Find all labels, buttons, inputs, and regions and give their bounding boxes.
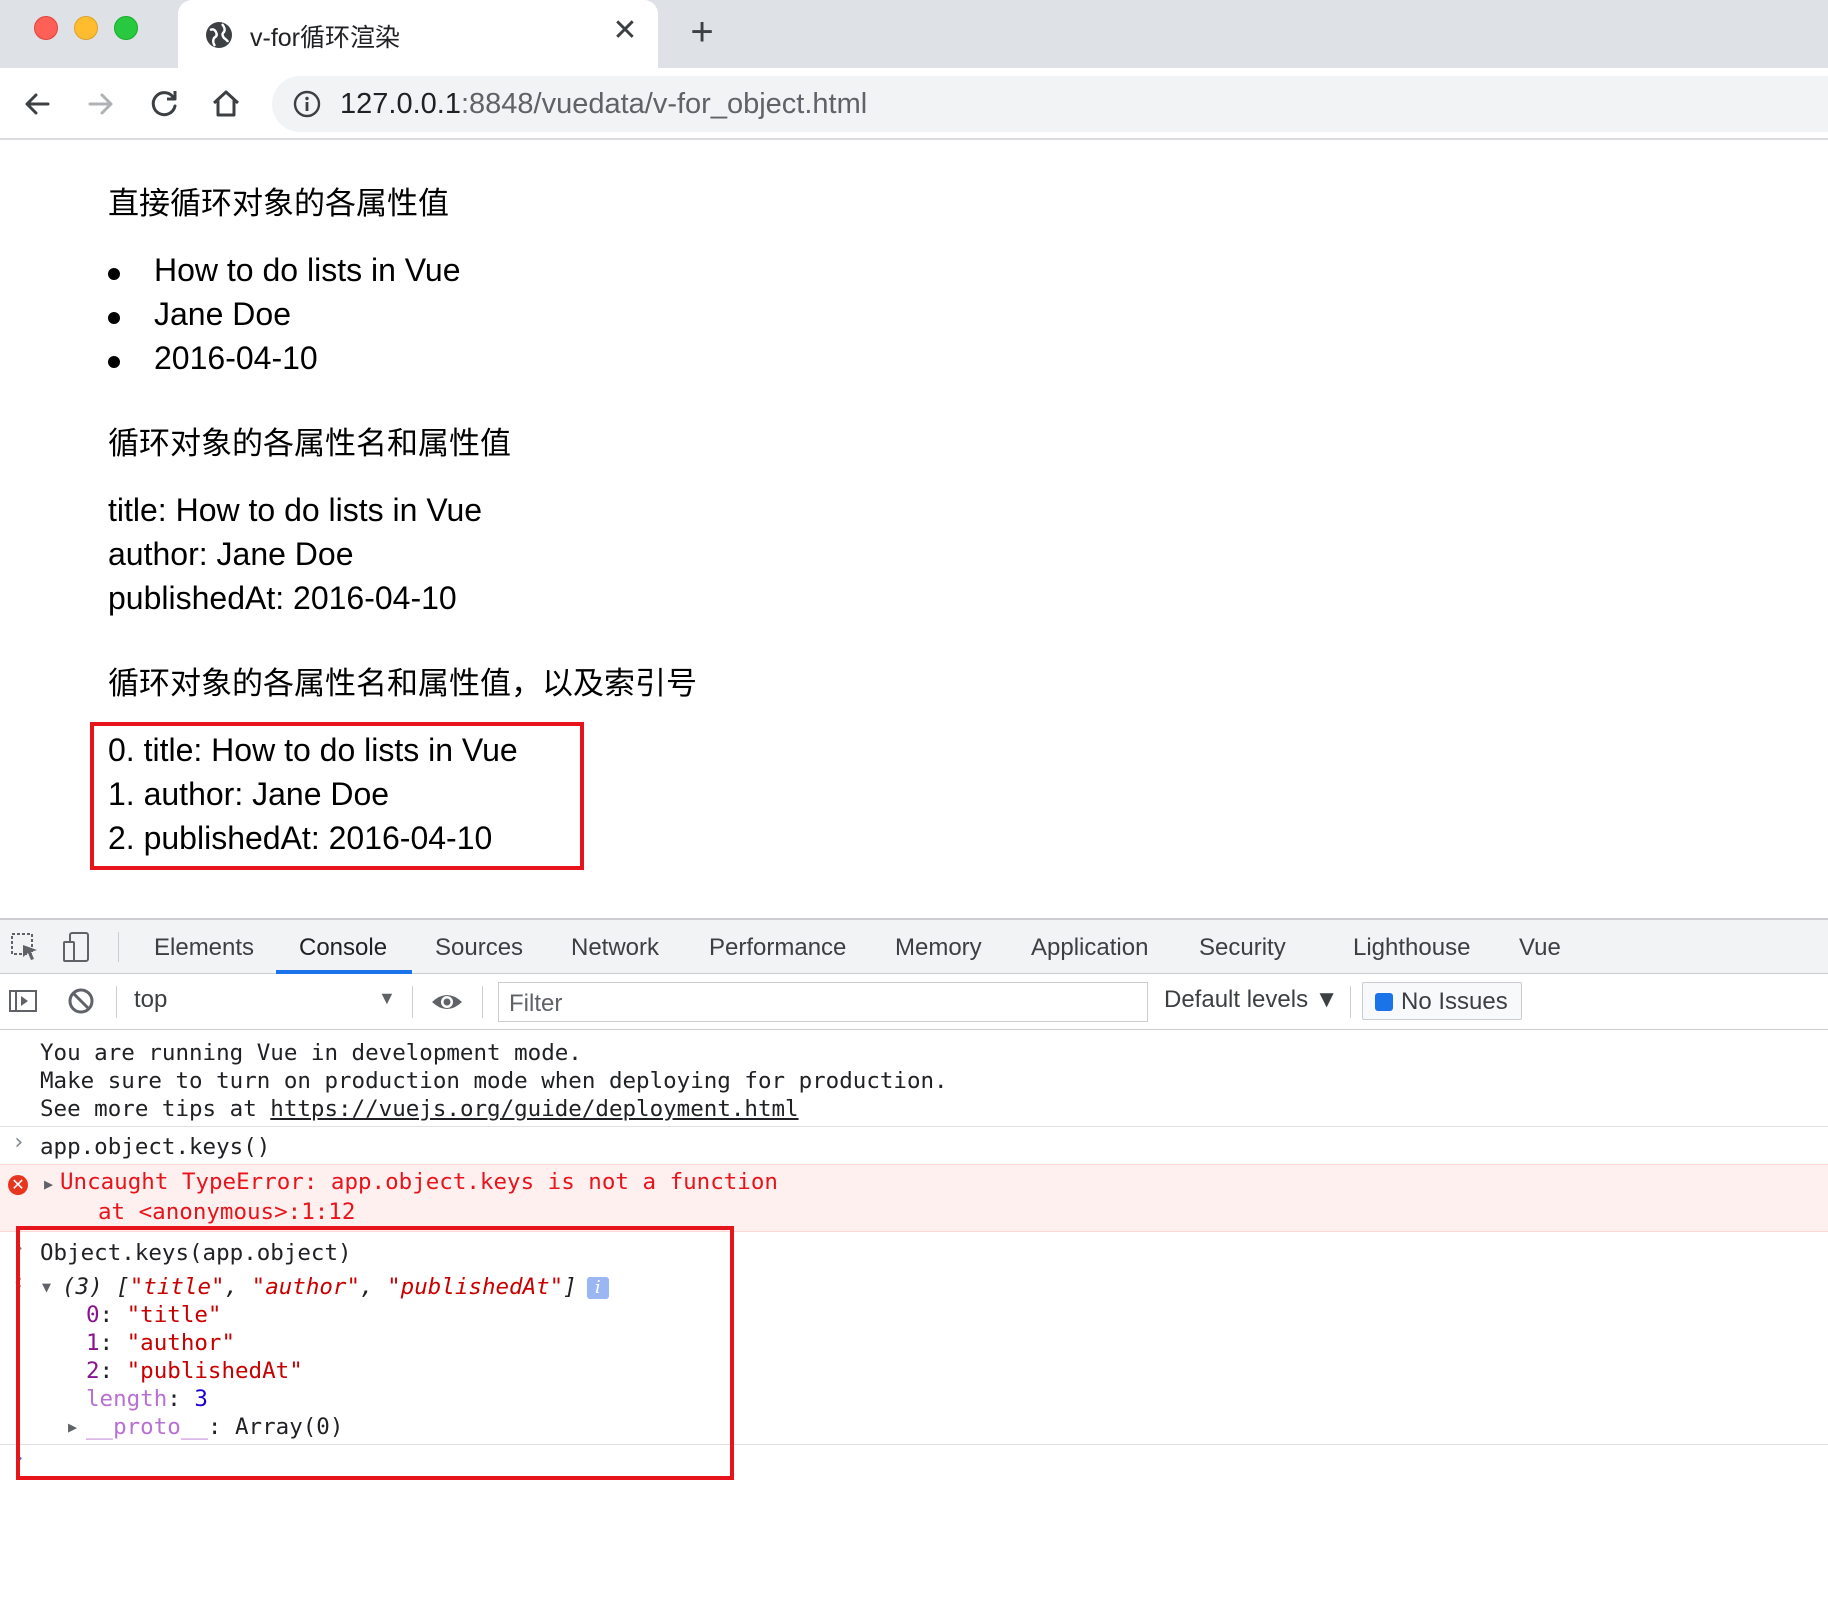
tab-elements[interactable]: Elements — [154, 934, 254, 962]
divider — [412, 986, 413, 1018]
new-tab-button[interactable]: + — [682, 12, 722, 52]
error-message: ✕ ▶ Uncaught TypeError: app.object.keys … — [0, 1164, 1828, 1232]
url-path: :8848/vuedata/v-for_object.html — [460, 88, 868, 120]
address-bar[interactable]: 127.0.0.1:8848/vuedata/v-for_object.html — [272, 76, 1828, 132]
divider — [116, 986, 117, 1018]
key-value-line: title: How to do lists in Vue — [108, 492, 483, 528]
console-message: You are running Vue in development mode. — [40, 1040, 582, 1066]
forward-icon[interactable] — [78, 82, 122, 126]
tab-vue[interactable]: Vue — [1519, 934, 1561, 962]
filter-placeholder: Filter — [509, 990, 563, 1017]
console-message-prefix: See more tips at — [40, 1096, 271, 1122]
inspect-element-icon[interactable] — [8, 930, 42, 964]
page-content: 直接循环对象的各属性值 How to do lists in Vue Jane … — [0, 142, 1828, 918]
list-bullet — [108, 356, 120, 368]
error-icon: ✕ — [8, 1175, 28, 1195]
highlight-box — [16, 1226, 734, 1480]
back-icon[interactable] — [16, 82, 60, 126]
filter-input[interactable]: Filter — [498, 982, 1148, 1022]
device-toolbar-icon[interactable] — [60, 930, 94, 964]
indexed-line: 0. title: How to do lists in Vue — [108, 732, 518, 768]
chevron-down-icon[interactable]: ▼ — [378, 988, 396, 1009]
close-tab-icon[interactable]: ✕ — [610, 16, 640, 46]
console-input: app.object.keys() — [40, 1134, 271, 1160]
console-toolbar: top ▼ Filter Default levels ▼ No Issues — [0, 974, 1828, 1030]
browser-tab[interactable]: v-for循环渲染 ✕ — [178, 0, 658, 68]
info-icon[interactable] — [292, 89, 322, 119]
section2-heading: 循环对象的各属性名和属性值 — [108, 426, 511, 461]
url-host: 127.0.0.1 — [340, 88, 461, 120]
globe-icon — [204, 20, 234, 50]
close-window-button[interactable] — [34, 16, 58, 40]
home-icon[interactable] — [204, 82, 248, 126]
message-icon — [1375, 993, 1393, 1011]
sidebar-toggle-icon[interactable] — [6, 984, 40, 1018]
url-text: 127.0.0.1:8848/vuedata/v-for_object.html — [340, 88, 867, 121]
input-chevron-icon: › — [12, 1130, 26, 1155]
maximize-window-button[interactable] — [114, 16, 138, 40]
list-bullet — [108, 312, 120, 324]
tab-sources[interactable]: Sources — [435, 934, 523, 962]
log-levels-dropdown[interactable]: Default levels ▼ — [1164, 986, 1339, 1014]
tab-network[interactable]: Network — [571, 934, 659, 962]
reload-icon[interactable] — [142, 82, 186, 126]
section3-heading: 循环对象的各属性名和属性值，以及索引号 — [108, 666, 697, 701]
tab-performance[interactable]: Performance — [709, 934, 846, 962]
indexed-line: 2. publishedAt: 2016-04-10 — [108, 820, 493, 856]
tab-security[interactable]: Security — [1199, 934, 1286, 962]
issues-label: No Issues — [1401, 988, 1508, 1015]
divider — [482, 986, 483, 1018]
indexed-line: 1. author: Jane Doe — [108, 776, 390, 812]
context-selector[interactable]: top — [134, 986, 167, 1014]
eye-icon[interactable] — [430, 985, 464, 1019]
key-value-line: publishedAt: 2016-04-10 — [108, 580, 457, 616]
list-item: How to do lists in Vue — [154, 252, 461, 288]
browser-toolbar: 127.0.0.1:8848/vuedata/v-for_object.html — [0, 68, 1828, 140]
tab-application[interactable]: Application — [1031, 934, 1148, 962]
tab-console[interactable]: Console — [299, 934, 387, 962]
divider — [0, 1126, 1828, 1127]
tab-lighthouse[interactable]: Lighthouse — [1353, 934, 1470, 962]
console-message: Make sure to turn on production mode whe… — [40, 1068, 948, 1094]
error-text: Uncaught TypeError: app.object.keys is n… — [60, 1169, 778, 1195]
clear-console-icon[interactable] — [64, 984, 98, 1018]
tab-memory[interactable]: Memory — [895, 934, 982, 962]
tab-strip: v-for循环渲染 ✕ + — [0, 0, 1828, 68]
minimize-window-button[interactable] — [74, 16, 98, 40]
devtools-tabbar: Elements Console Sources Network Perform… — [0, 920, 1828, 974]
key-value-line: author: Jane Doe — [108, 536, 354, 572]
list-item: 2016-04-10 — [154, 340, 318, 376]
divider — [1350, 986, 1351, 1018]
list-item: Jane Doe — [154, 296, 291, 332]
console-message: See more tips at https://vuejs.org/guide… — [40, 1096, 799, 1122]
issues-button[interactable]: No Issues — [1362, 982, 1522, 1020]
divider — [118, 932, 119, 962]
docs-link[interactable]: https://vuejs.org/guide/deployment.html — [270, 1096, 798, 1122]
tab-title: v-for循环渲染 — [250, 24, 401, 52]
list-bullet — [108, 268, 120, 280]
section1-heading: 直接循环对象的各属性值 — [108, 186, 449, 221]
expand-triangle-icon[interactable]: ▶ — [44, 1175, 53, 1193]
error-location[interactable]: at <anonymous>:1:12 — [98, 1199, 355, 1225]
